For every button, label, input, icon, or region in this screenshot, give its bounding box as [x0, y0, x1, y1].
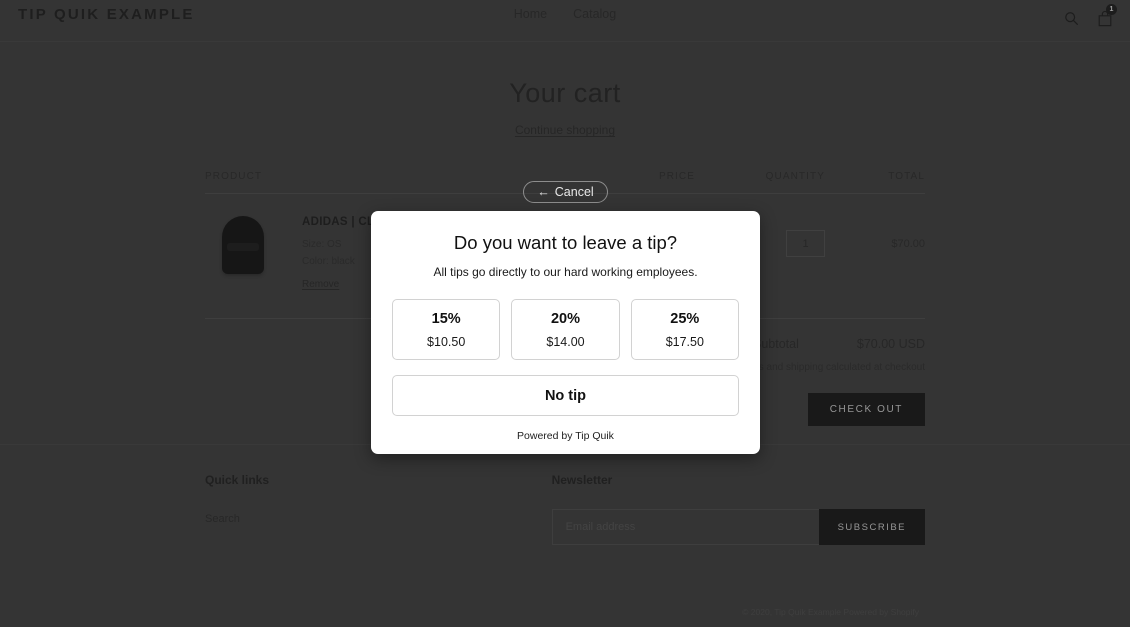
- powered-by-label: Powered by Tip Quik: [517, 430, 614, 442]
- cancel-button-label: Cancel: [554, 185, 594, 199]
- tip-percent-label: 20%: [550, 310, 580, 327]
- tip-percent-label: 15%: [431, 310, 461, 327]
- tip-option-15[interactable]: 15% $10.50: [392, 299, 501, 360]
- no-tip-button[interactable]: No tip: [392, 375, 739, 416]
- tip-amount-label: $10.50: [427, 334, 466, 349]
- cancel-button[interactable]: ← Cancel: [523, 181, 608, 203]
- modal-title: Do you want to leave a tip?: [453, 232, 678, 253]
- tip-amount-label: $17.50: [665, 334, 704, 349]
- tip-option-25[interactable]: 25% $17.50: [630, 299, 739, 360]
- tip-amount-label: $14.00: [546, 334, 585, 349]
- left-arrow-icon: ←: [537, 185, 550, 199]
- tip-percent-label: 25%: [670, 310, 700, 327]
- tip-options-group: 15% $10.50 20% $14.00 25% $17.50: [392, 299, 739, 360]
- tip-option-20[interactable]: 20% $14.00: [511, 299, 620, 360]
- modal-subtitle: All tips go directly to our hard working…: [433, 265, 698, 279]
- tip-modal: Do you want to leave a tip? All tips go …: [371, 211, 760, 454]
